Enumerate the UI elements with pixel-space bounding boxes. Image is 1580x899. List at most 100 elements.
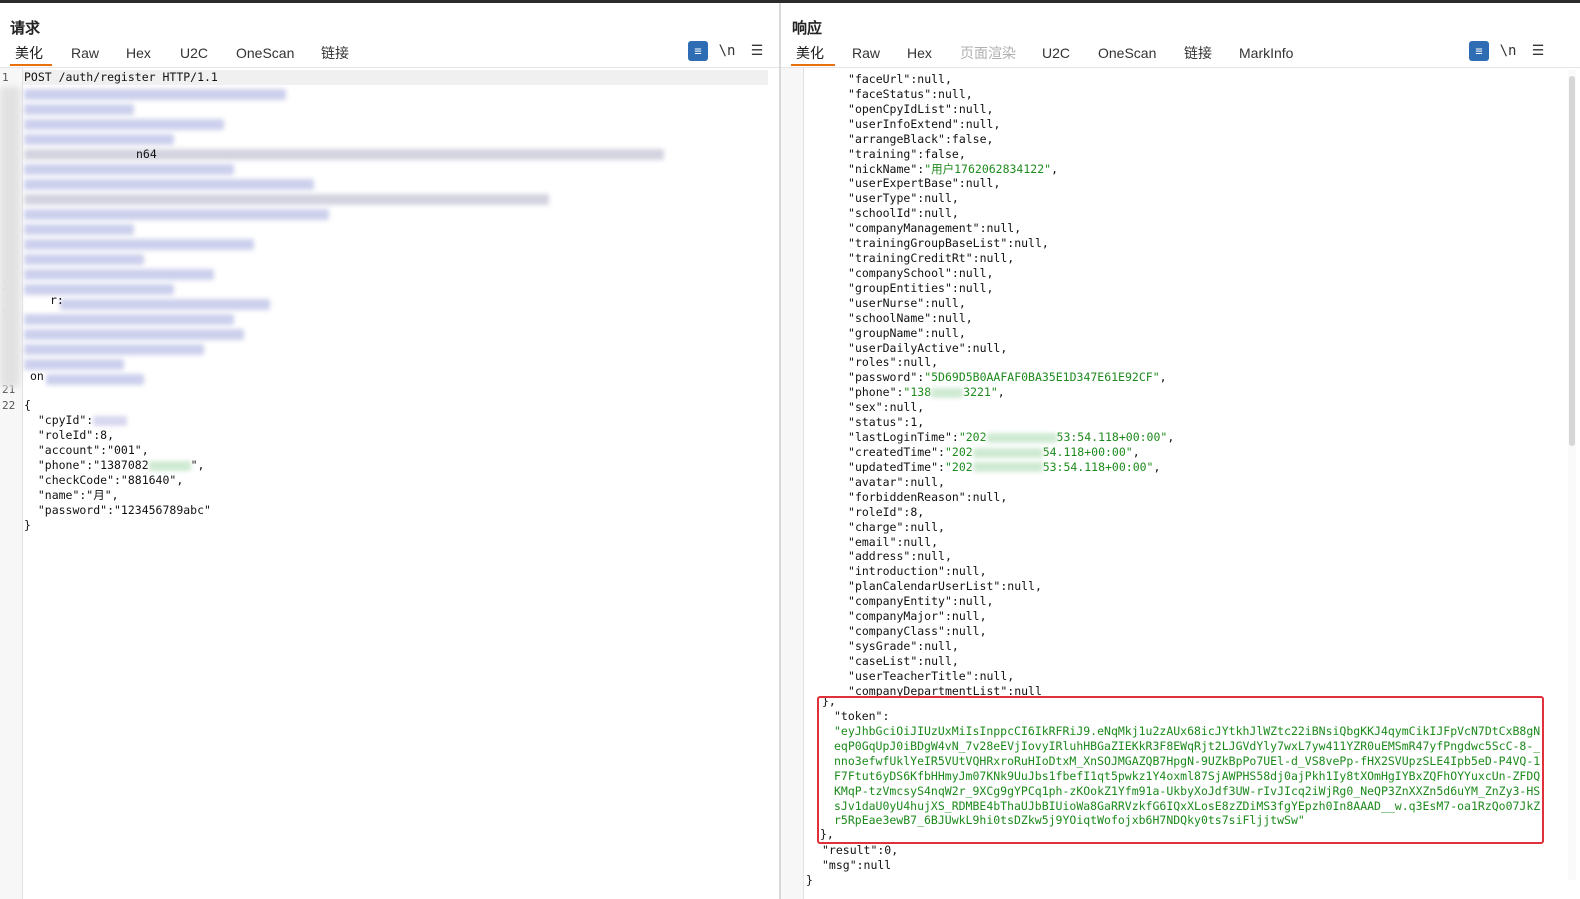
tab-prettify[interactable]: 美化 [796,43,824,63]
tab-prettify[interactable]: 美化 [15,43,43,63]
json-key: planCalendarUserList [854,579,994,594]
json-key: companyMajor [854,609,939,624]
tab-markinfo[interactable]: MarkInfo [1239,43,1293,63]
hamburger-menu-icon[interactable]: ☰ [747,41,767,61]
json-key: companyManagement [854,221,973,236]
tab-raw[interactable]: Raw [852,43,880,63]
json-key: userType [854,191,911,206]
json-string-text: 202 [965,430,987,445]
json-key: groupEntities [854,280,945,295]
json-key: schoolId [854,206,911,221]
redacted-value [931,387,964,398]
json-value: null [979,668,1008,683]
json-string-text: 3221 [963,385,991,400]
tab-raw[interactable]: Raw [71,43,99,63]
json-field-line: "avatar":null, [848,474,945,489]
json-value: null [910,474,939,489]
json-field-line: "caseList":null, [848,653,959,668]
json-field-line: "companyClass":null, [848,624,987,639]
json-key: sex [854,400,876,415]
json-string-value: "202 53:54.118+00:00" [944,459,1154,474]
tab-render[interactable]: 页面渲染 [960,43,1016,63]
tab-links[interactable]: 链接 [321,43,349,63]
tab-onescan[interactable]: OneScan [236,43,294,63]
tab-hex[interactable]: Hex [126,43,151,63]
tab-u2c[interactable]: U2C [1042,43,1070,63]
json-key: userExpertBase [854,176,952,191]
json-field-line: "forbiddenReason":null, [848,489,1008,504]
response-tabs: 美化 Raw Hex 页面渲染 U2C OneScan 链接 MarkInfo [781,43,1580,67]
json-value: null [1014,236,1042,251]
json-value: null [903,355,932,370]
json-field-line: "updatedTime":"202 53:54.118+00:00", [848,459,1161,474]
json-string-value: "用户1762062834122" [924,161,1052,176]
json-key: userNurse [854,295,918,310]
json-field-line: "planCalendarUserList":null, [848,579,1042,594]
request-tabs: 美化 Raw Hex U2C OneScan 链接 [0,43,780,67]
json-line: "name":"月", [24,488,119,502]
json-key: forbiddenReason [854,489,959,504]
json-brace: } [806,873,813,887]
json-value: null [951,624,980,639]
json-key: phone [854,385,890,400]
json-key: userDailyActive [854,340,959,355]
json-string-value: "202 54.118+00:00" [944,445,1133,459]
json-value: null [938,86,966,101]
json-key: companyClass [854,624,939,639]
newline-toggle-button[interactable]: \n [717,41,737,61]
tab-onescan[interactable]: OneScan [1098,43,1156,63]
json-line: "password":"123456789abc" [24,503,211,517]
json-value: null [986,221,1015,236]
json-field-line: "faceUrl":null, [848,72,952,86]
json-value: null [972,340,1001,355]
wrap-lines-icon[interactable]: ≡ [1469,41,1489,61]
json-line: "cpyId": [24,413,128,428]
json-brace: } [24,518,31,532]
json-key: groupName [854,325,918,340]
json-key: charge [854,519,897,534]
json-value: null [903,534,932,549]
json-field-line: "companyMajor":null, [848,609,987,624]
wrap-lines-icon[interactable]: ≡ [688,41,708,61]
json-key: companyEntity [854,594,945,609]
line-number: 22 [2,399,16,412]
json-key: training [854,146,911,161]
tab-links[interactable]: 链接 [1184,43,1212,63]
newline-toggle-button[interactable]: \n [1498,41,1518,61]
json-key: faceStatus [854,86,925,101]
json-field-line: "password":"5D69D5B0AAFAF0BA35E1D347E61E… [848,370,1167,385]
json-value: null [965,116,994,131]
json-value: null [910,519,939,534]
json-line: "account":"001", [24,443,149,457]
json-field-line: "schoolName":null, [848,310,973,325]
hamburger-menu-icon[interactable]: ☰ [1528,41,1548,61]
json-value: null [1007,579,1035,594]
json-field-line: "lastLoginTime":"202 53:54.118+00:00", [848,430,1175,445]
json-field-line: "phone":"138 3221", [848,385,1005,400]
json-field-line: "charge":null, [848,519,945,534]
json-field-line: "nickName":"用户1762062834122", [848,161,1059,176]
json-value: null [979,251,1008,266]
json-value: null [924,206,952,221]
json-key: arrangeBlack [854,131,939,146]
json-string-text: 138 [910,385,932,400]
json-value: null [931,325,959,340]
tab-hex[interactable]: Hex [907,43,932,63]
json-field-line: "sex":null, [848,400,925,415]
json-key: roleId [854,504,897,519]
json-field-line: "faceStatus":null, [848,86,973,101]
json-string-text: 53:54.118+00:00 [1042,459,1147,474]
json-string-text: 202 [951,445,973,459]
json-value: null [924,638,952,653]
json-key: sysGrade [854,638,911,653]
json-field-line: "groupName":null, [848,325,966,340]
token-value: "eyJhbGciOiJIUzUxMiIsInppcCI6IkRFRiJ9.eN… [834,724,1541,828]
json-field-line: "email":null, [848,534,939,549]
tab-u2c[interactable]: U2C [180,43,208,63]
json-line: "phone":"1387082 ", [24,458,205,472]
scrollbar-thumb[interactable] [1569,76,1575,446]
vertical-scrollbar[interactable] [1568,70,1576,880]
header-fragment: r: [50,293,64,307]
json-key: userTeacherTitle [854,668,966,683]
json-field-line: "groupEntities":null, [848,280,994,295]
